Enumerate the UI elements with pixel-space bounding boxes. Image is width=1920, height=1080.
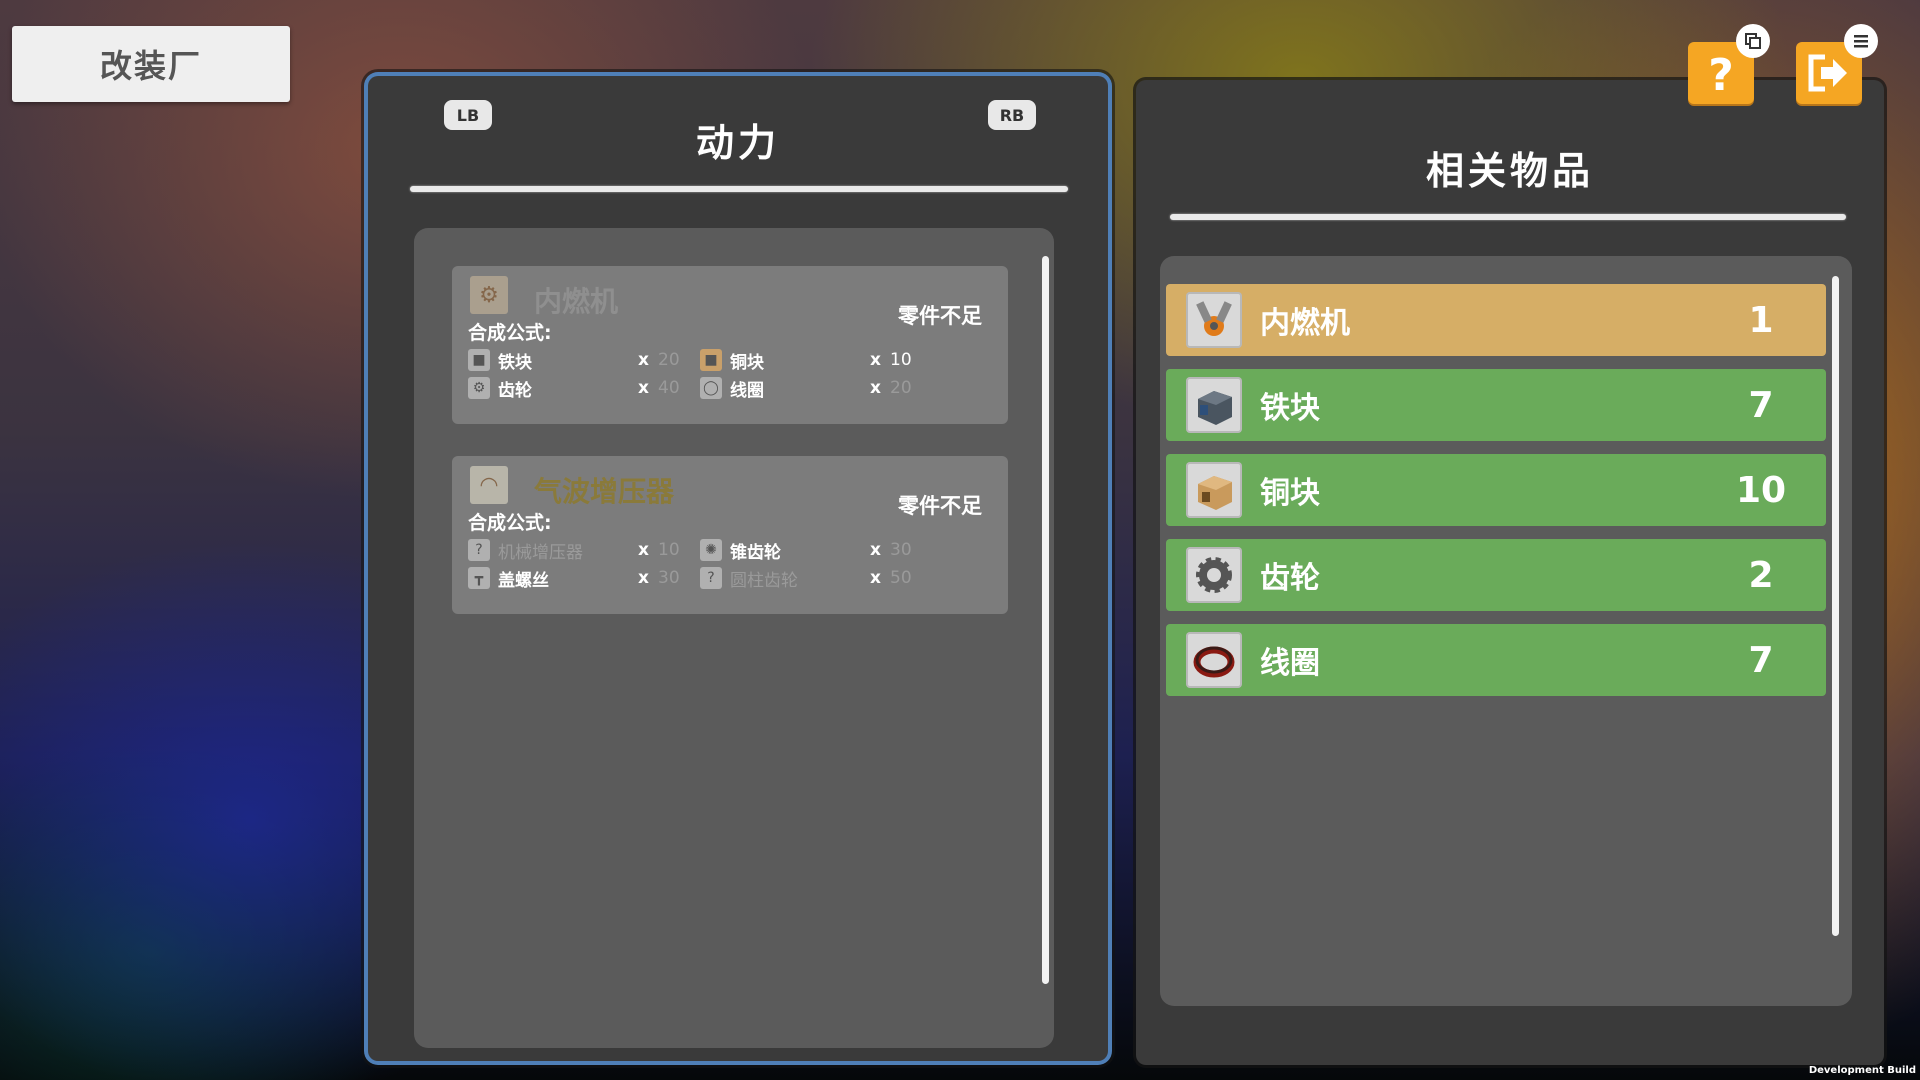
item-count: 7: [1748, 639, 1774, 681]
iron-block-icon: [1186, 377, 1242, 433]
ingredient: ? 机械增压器 x 10: [468, 538, 698, 563]
gear-icon: ⚙: [468, 377, 490, 399]
next-category-button[interactable]: RB: [988, 100, 1036, 130]
engine-icon: ⚙: [470, 276, 508, 314]
question-icon: ?: [1708, 50, 1734, 96]
gear-icon: [1186, 547, 1242, 603]
unknown-item-icon: ?: [468, 539, 490, 561]
related-items-title: 相关物品: [1425, 149, 1594, 193]
screw-icon: ┳: [468, 567, 490, 589]
item-row-iron-block[interactable]: 铁块 7: [1166, 369, 1826, 441]
item-row-engine[interactable]: 内燃机 1: [1166, 284, 1826, 356]
copper-block-icon: [1186, 462, 1242, 518]
copy-icon: [1736, 24, 1770, 58]
scrollbar[interactable]: [1832, 276, 1839, 936]
panel-divider: [1170, 214, 1846, 220]
status-label: 零件不足: [898, 304, 982, 328]
item-row-gear[interactable]: 齿轮 2: [1166, 539, 1826, 611]
item-name: 内燃机: [1260, 306, 1350, 341]
page-title: 改装厂: [99, 47, 202, 85]
item-row-coil[interactable]: 线圈 7: [1166, 624, 1826, 696]
item-name: 铁块: [1260, 391, 1320, 426]
unknown-item-icon: ?: [700, 567, 722, 589]
scrollbar[interactable]: [1042, 256, 1049, 984]
item-count: 7: [1748, 384, 1774, 426]
recipe-name: 内燃机: [534, 285, 619, 318]
ingredient: ✺ 锥齿轮 x 30: [700, 538, 930, 563]
recipe-card[interactable]: ◠ 气波增压器 零件不足 合成公式: ? 机械增压器 x 10 ✺ 锥齿轮 x …: [452, 456, 1008, 614]
ingredient: ? 圆柱齿轮 x 50: [700, 566, 930, 591]
item-name: 铜块: [1260, 476, 1320, 511]
item-name: 线圈: [1260, 646, 1320, 681]
item-count: 2: [1748, 554, 1774, 596]
panel-divider: [410, 186, 1068, 192]
iron-block-icon: ■: [468, 349, 490, 371]
engine-icon: [1186, 292, 1242, 348]
item-row-copper-block[interactable]: 铜块 10: [1166, 454, 1826, 526]
formula-label: 合成公式:: [468, 512, 552, 534]
item-count: 10: [1735, 469, 1787, 511]
status-label: 零件不足: [898, 494, 982, 518]
build-label: Development Build: [1808, 1065, 1916, 1076]
ingredient: ┳ 盖螺丝 x 30: [468, 566, 698, 591]
related-items-panel: 相关物品 内燃机 1 铁块 7 铜块 10 齿轮 2 线圈 7: [1136, 80, 1884, 1065]
ingredient: ■ 铁块 x 20: [468, 348, 698, 373]
coil-icon: [1186, 632, 1242, 688]
svg-text:?: ?: [1708, 50, 1734, 96]
turbo-gauge-icon: ◠: [470, 466, 508, 504]
item-count: 1: [1748, 299, 1774, 341]
recipe-name: 气波增压器: [534, 475, 675, 508]
page-title-tag: 改装厂: [12, 26, 290, 102]
exit-icon: [1808, 54, 1847, 92]
recipe-panel: LB 动力 RB ⚙ 内燃机 零件不足 合成公式: ■ 铁块 x 20 ■ 铜块…: [368, 76, 1108, 1061]
copper-block-icon: ■: [700, 349, 722, 371]
exit-button[interactable]: [1796, 24, 1878, 104]
ingredient: ◯ 线圈 x 20: [700, 376, 930, 401]
formula-label: 合成公式:: [468, 322, 552, 344]
recipe-card[interactable]: ⚙ 内燃机 零件不足 合成公式: ■ 铁块 x 20 ■ 铜块 x 10 ⚙ 齿…: [452, 266, 1008, 424]
bevel-gear-icon: ✺: [700, 539, 722, 561]
ingredient: ■ 铜块 x 10: [700, 348, 930, 373]
help-button[interactable]: ?: [1688, 24, 1770, 104]
menu-icon: [1844, 24, 1878, 58]
ingredient: ⚙ 齿轮 x 40: [468, 376, 698, 401]
coil-icon: ◯: [700, 377, 722, 399]
item-name: 齿轮: [1260, 561, 1320, 596]
